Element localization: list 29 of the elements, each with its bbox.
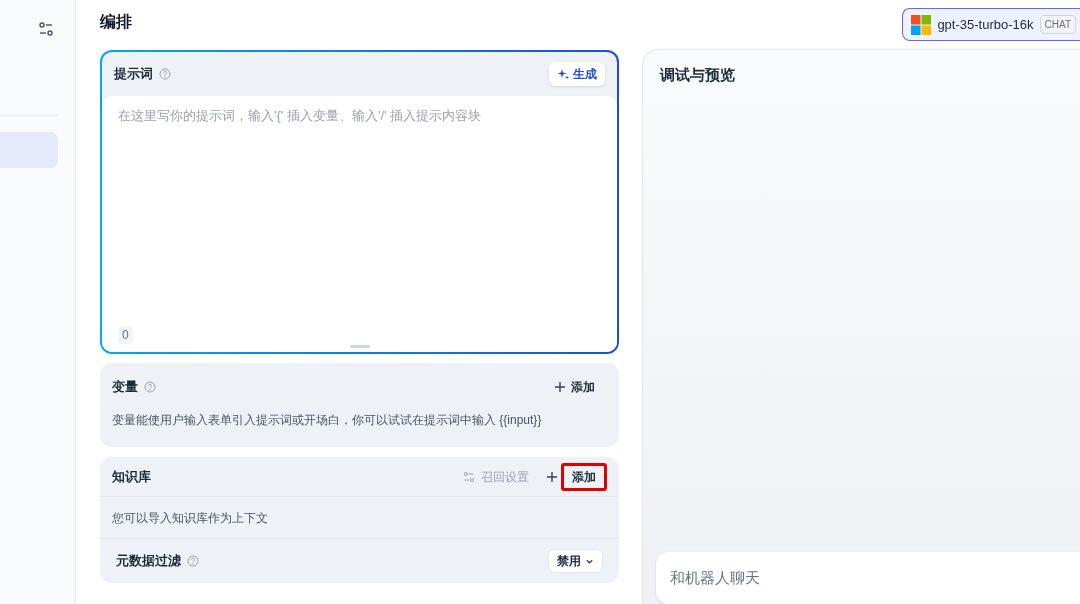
character-count: 0 — [118, 326, 133, 344]
filter-dropdown[interactable]: 禁用 — [548, 549, 603, 573]
model-tag: CHAT — [1039, 15, 1076, 34]
resize-handle[interactable] — [349, 345, 370, 348]
help-icon[interactable] — [144, 381, 156, 393]
add-button[interactable]: 添加 — [561, 462, 607, 491]
description-text: 变量能使用户输入表单引入提示词或开场白，你可以试试在提示词中输入 {{input}} — [112, 412, 543, 429]
model-selector[interactable]: gpt-35-turbo-16k CHAT — [902, 8, 1080, 41]
model-name: gpt-35-turbo-16k — [937, 15, 1034, 34]
section-title: 知识库 — [112, 467, 151, 486]
panel-title: 调试与预览 — [660, 64, 735, 85]
generate-button[interactable]: 生成 — [549, 62, 605, 86]
help-icon[interactable] — [159, 68, 171, 80]
filter-label: 元数据过滤 — [116, 552, 181, 571]
add-button[interactable]: 添加 — [543, 375, 607, 399]
plus-icon — [547, 471, 557, 482]
sparkle-icon — [557, 68, 569, 80]
section-title: 变量 — [112, 378, 138, 397]
plus-icon — [555, 382, 565, 392]
prompt-field[interactable]: 在这里写你的提示词，输入'{' 插入变量、输入'/' 插入提示内容块 0 — [102, 96, 617, 352]
description-text: 您可以导入知识库作为上下文 — [112, 509, 268, 527]
settings-icon — [463, 470, 475, 483]
section-title: 提示词 — [114, 65, 153, 84]
chat-input[interactable]: 和机器人聊天 — [656, 552, 1080, 604]
settings-icon[interactable] — [38, 21, 54, 37]
windows-logo-icon — [911, 14, 932, 35]
help-icon[interactable] — [187, 555, 199, 567]
page-title: 编排 — [100, 12, 132, 32]
placeholder-text: 在这里写你的提示词，输入'{' 插入变量、输入'/' 插入提示内容块 — [118, 107, 483, 125]
